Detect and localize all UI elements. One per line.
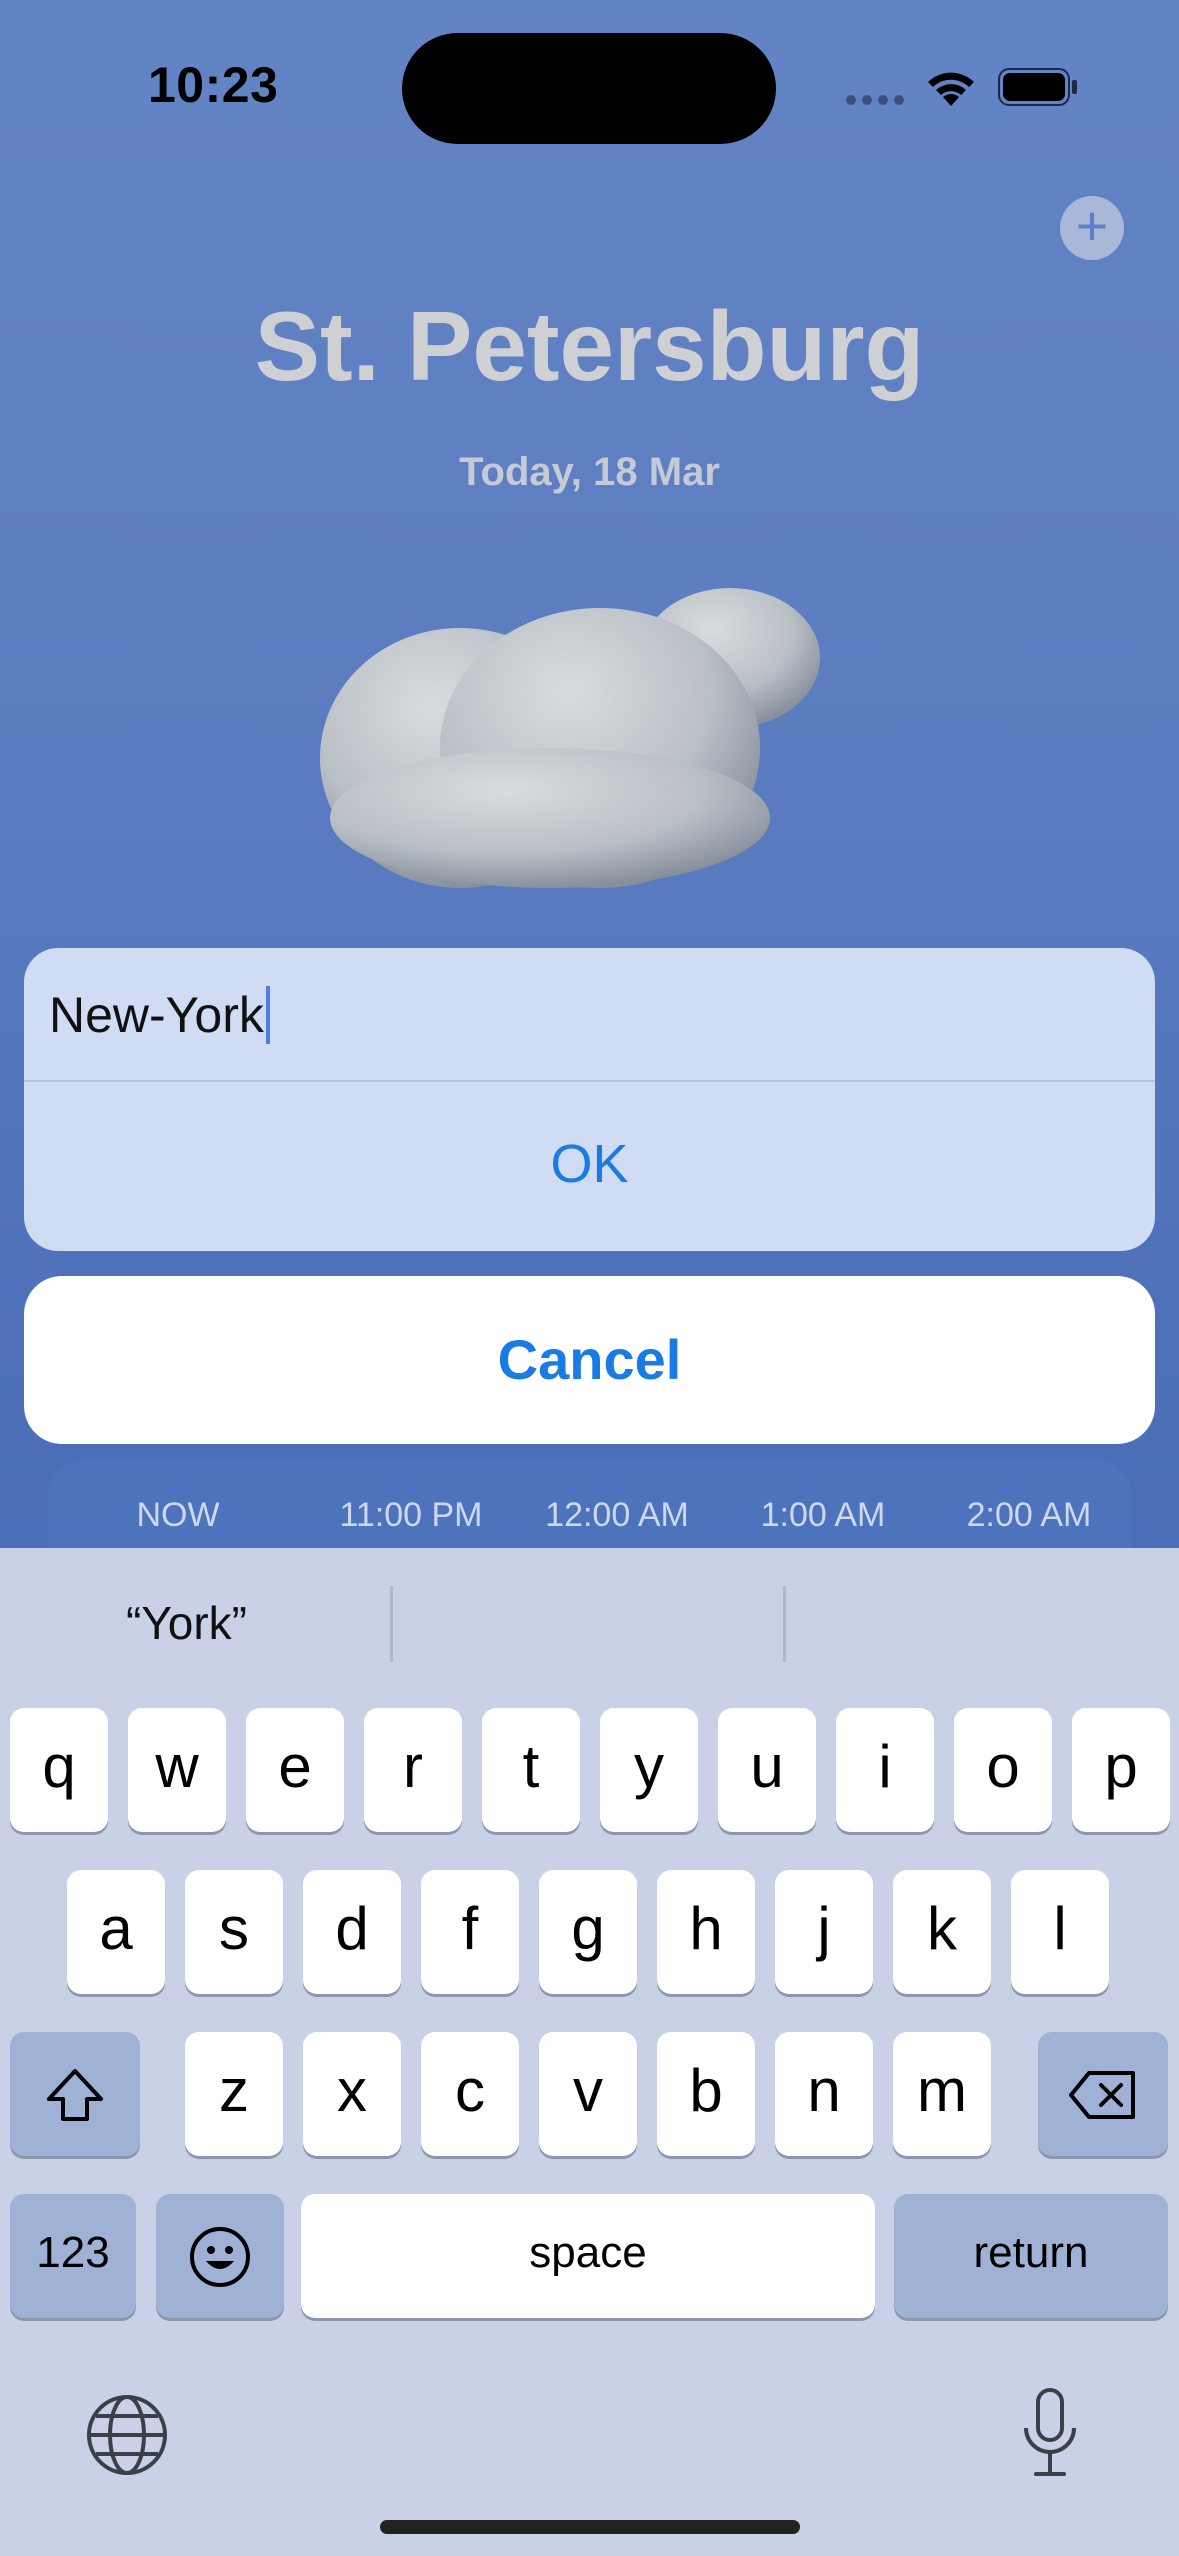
key-e[interactable]: e <box>246 1708 344 1832</box>
globe-icon[interactable] <box>84 2392 170 2478</box>
suggestion-item[interactable]: “York” <box>126 1596 247 1650</box>
key-m[interactable]: m <box>893 2032 991 2156</box>
wifi-icon <box>928 72 974 106</box>
cellular-signal-icon <box>846 95 904 105</box>
home-indicator[interactable] <box>380 2520 800 2534</box>
city-text-field[interactable]: New-York <box>24 948 1155 1082</box>
emoji-icon <box>190 2227 250 2288</box>
key-c[interactable]: c <box>421 2032 519 2156</box>
key-y[interactable]: y <box>600 1708 698 1832</box>
key-z[interactable]: z <box>185 2032 283 2156</box>
city-input-alert: New-York OK <box>24 948 1155 1251</box>
return-key[interactable]: return <box>894 2194 1168 2318</box>
key-i[interactable]: i <box>836 1708 934 1832</box>
dynamic-island <box>402 33 776 144</box>
hour-label: 1:00 AM <box>760 1496 886 1534</box>
key-l[interactable]: l <box>1011 1870 1109 1994</box>
key-u[interactable]: u <box>718 1708 816 1832</box>
key-n[interactable]: n <box>775 2032 873 2156</box>
microphone-icon[interactable] <box>1018 2386 1082 2480</box>
key-q[interactable]: q <box>10 1708 108 1832</box>
text-caret <box>265 986 270 1044</box>
suggestion-bar: “York” <box>0 1548 1179 1700</box>
key-b[interactable]: b <box>657 2032 755 2156</box>
hour-label: 12:00 AM <box>545 1496 689 1534</box>
numbers-key[interactable]: 123 <box>10 2194 136 2318</box>
city-name: St. Petersburg <box>254 291 925 401</box>
key-p[interactable]: p <box>1072 1708 1170 1832</box>
hourly-forecast: NOW 11:00 PM 12:00 AM 1:00 AM 2:00 AM <box>48 1496 1132 1535</box>
delete-key[interactable] <box>1038 2032 1168 2156</box>
date-label: Today, 18 Mar <box>459 450 720 494</box>
add-city-button[interactable]: + <box>1060 196 1124 260</box>
battery-icon <box>998 68 1077 106</box>
key-t[interactable]: t <box>482 1708 580 1832</box>
space-key[interactable]: space <box>301 2194 875 2318</box>
key-r[interactable]: r <box>364 1708 462 1832</box>
suggestion-divider <box>390 1586 393 1662</box>
key-a[interactable]: a <box>67 1870 165 1994</box>
key-g[interactable]: g <box>539 1870 637 1994</box>
key-x[interactable]: x <box>303 2032 401 2156</box>
hour-label: NOW <box>136 1496 220 1534</box>
keyboard: “York” q w e r t y u i o p a s d f g h j… <box>0 1548 1179 2556</box>
key-j[interactable]: j <box>775 1870 873 1994</box>
emoji-key[interactable] <box>156 2194 284 2318</box>
key-w[interactable]: w <box>128 1708 226 1832</box>
key-v[interactable]: v <box>539 2032 637 2156</box>
cancel-button[interactable]: Cancel <box>24 1276 1155 1444</box>
key-o[interactable]: o <box>954 1708 1052 1832</box>
key-d[interactable]: d <box>303 1870 401 1994</box>
key-s[interactable]: s <box>185 1870 283 1994</box>
suggestion-divider <box>783 1586 786 1662</box>
hour-label: 2:00 AM <box>966 1496 1092 1534</box>
key-f[interactable]: f <box>421 1870 519 1994</box>
key-k[interactable]: k <box>893 1870 991 1994</box>
backspace-icon <box>1069 2071 1135 2120</box>
shift-key[interactable] <box>10 2032 140 2156</box>
city-input-value: New-York <box>49 987 264 1043</box>
shift-icon <box>47 2069 103 2122</box>
hour-label: 11:00 PM <box>339 1496 483 1534</box>
status-time: 10:23 <box>148 57 279 113</box>
ok-button[interactable]: OK <box>24 1082 1155 1251</box>
cloud-icon <box>320 588 820 888</box>
weather-screen: 10:23 + St. Petersburg Today, 18 Mar NOW <box>0 0 1179 2556</box>
key-h[interactable]: h <box>657 1870 755 1994</box>
